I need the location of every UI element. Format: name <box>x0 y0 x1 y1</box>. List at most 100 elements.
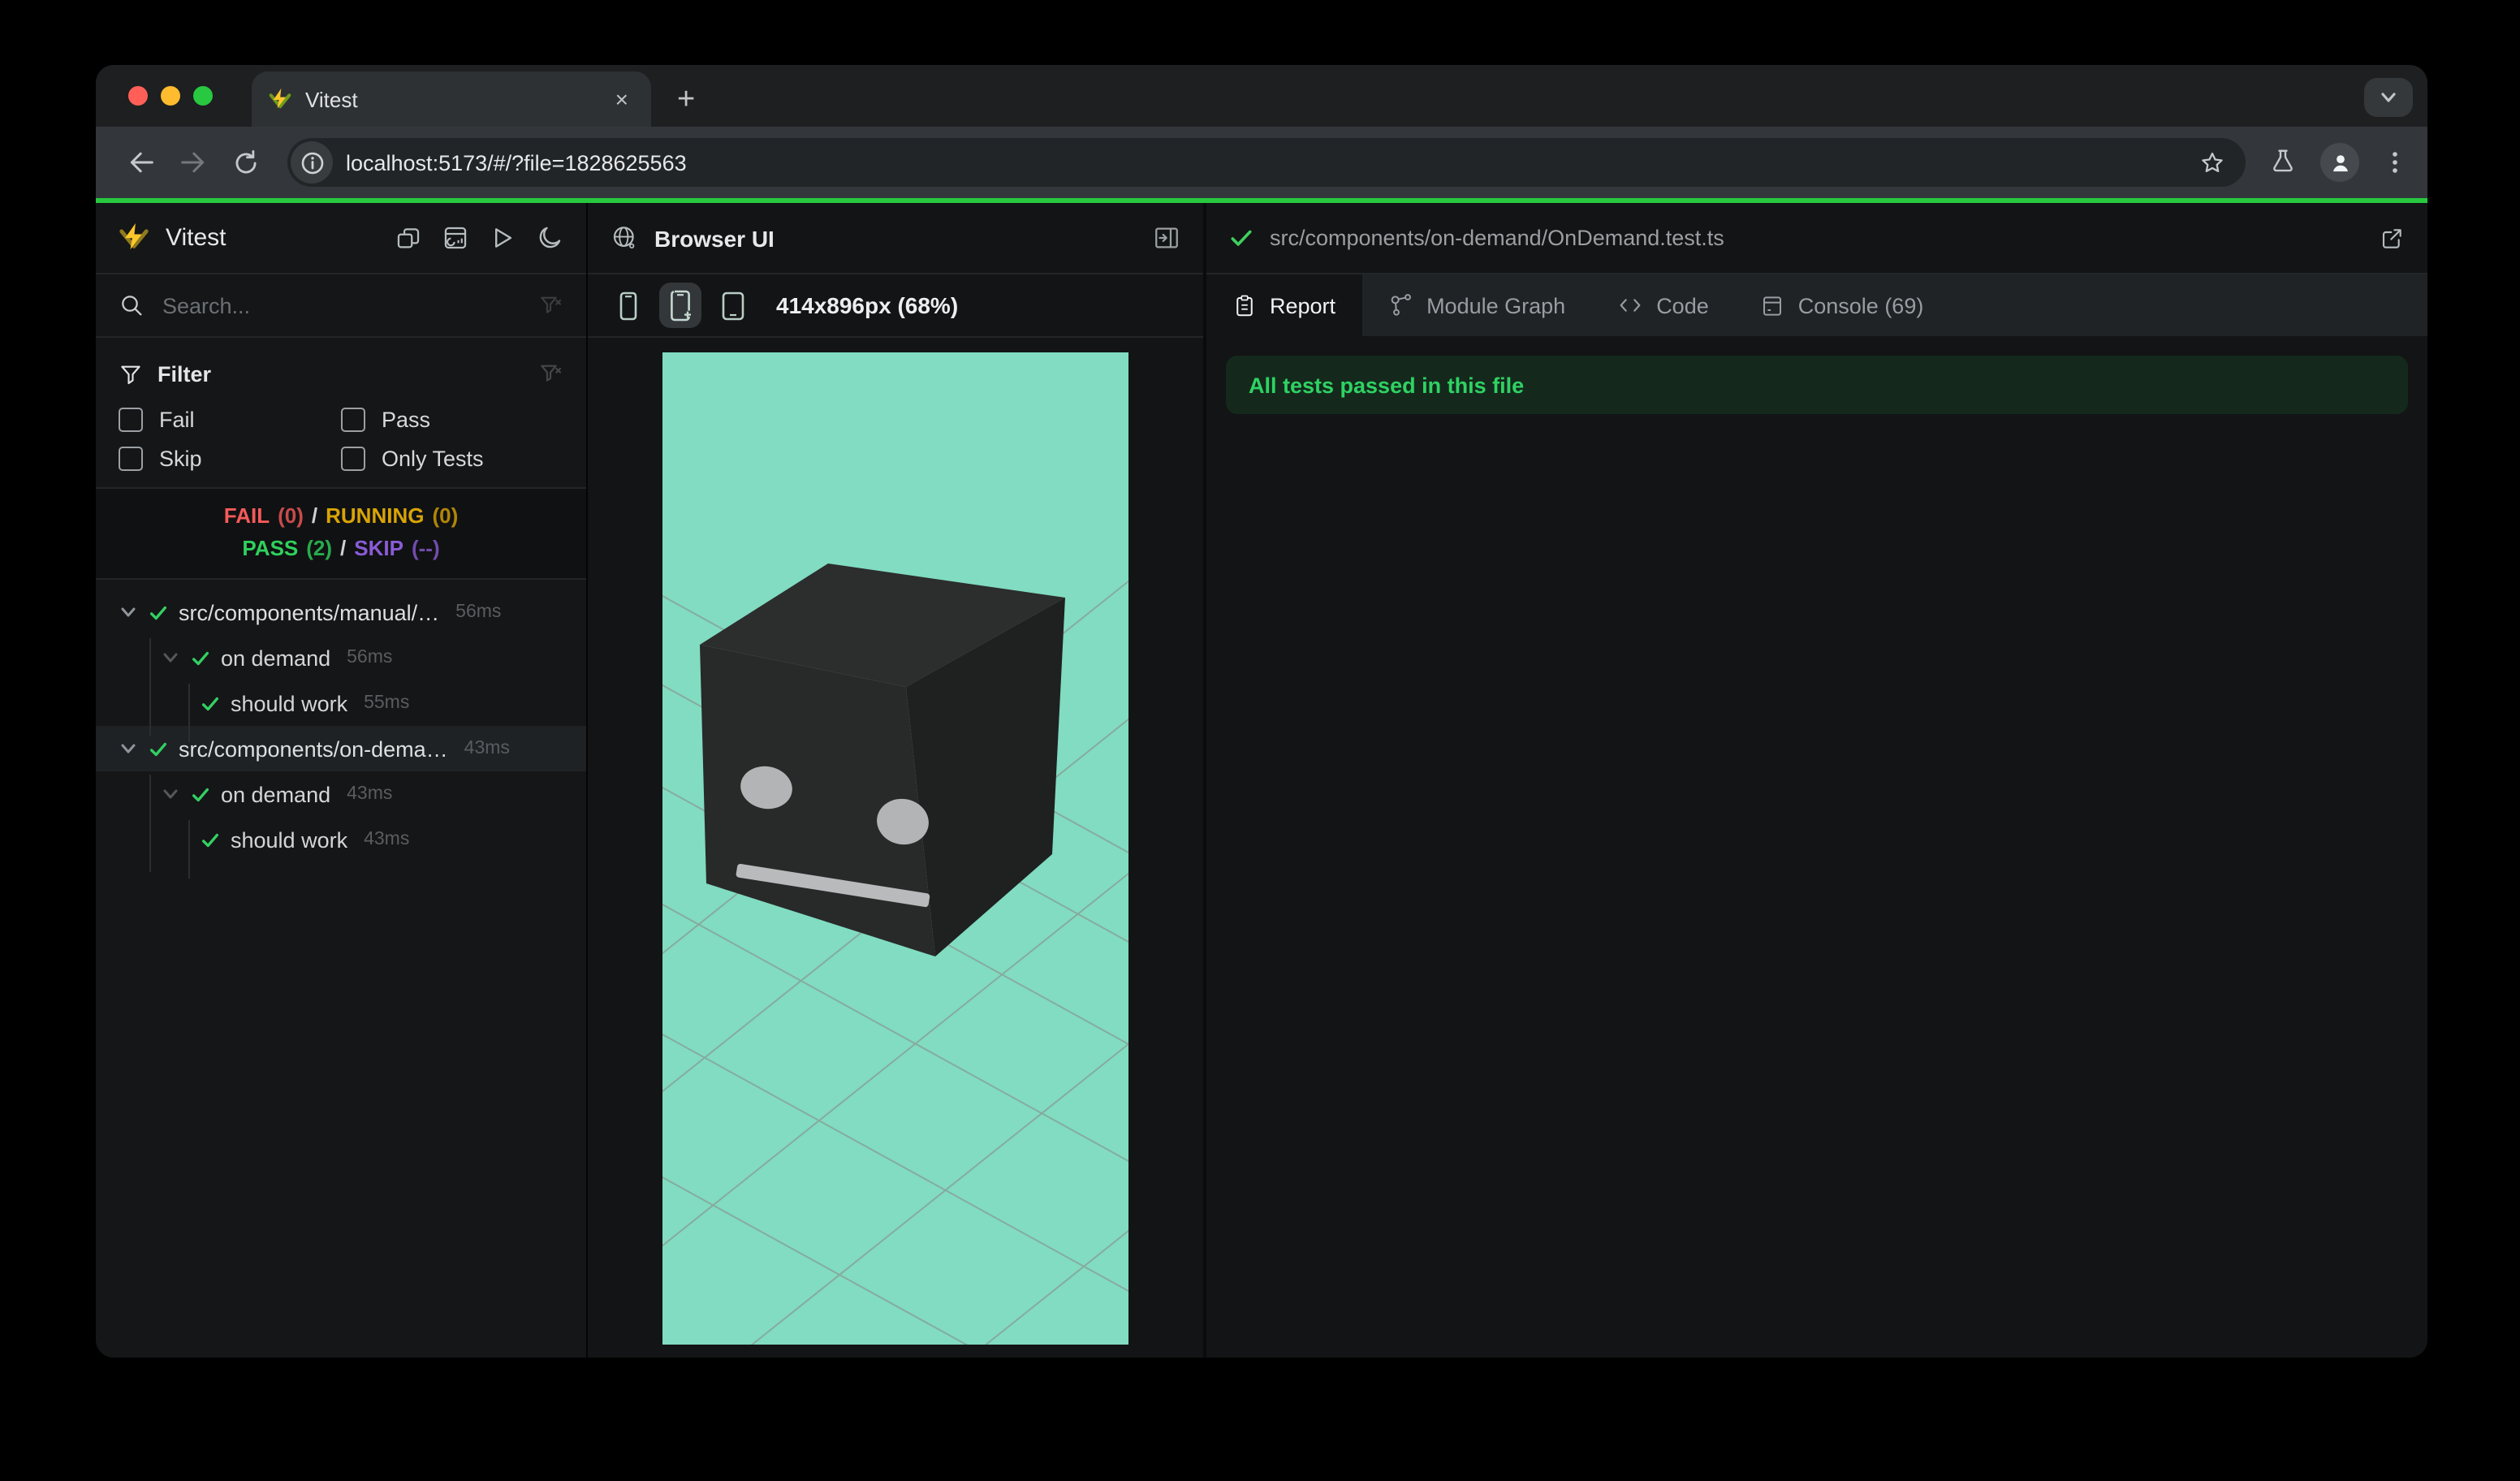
filter-option-only-tests[interactable]: Only Tests <box>341 447 563 471</box>
reload-button[interactable] <box>219 136 271 188</box>
minimize-window-button[interactable] <box>161 86 180 106</box>
checkbox-only-tests[interactable] <box>341 447 365 471</box>
tab-module-graph[interactable]: Module Graph <box>1361 274 1591 336</box>
status-line-2: PASS (2) / SKIP (--) <box>242 536 440 560</box>
url-text[interactable]: localhost:5173/#/?file=1828625563 <box>346 150 2186 175</box>
tablet-icon <box>721 291 744 320</box>
phone-small-icon <box>619 291 637 320</box>
experiments-flask-icon[interactable] <box>2268 148 2298 177</box>
search-row <box>96 274 586 338</box>
phone-plus-icon <box>671 290 691 322</box>
report-content: All tests passed in this file <box>1206 336 2427 1358</box>
forward-button[interactable] <box>167 136 219 188</box>
chevron-down-icon[interactable] <box>119 739 138 758</box>
clipboard-icon <box>1236 294 1253 316</box>
browser-menu-kebab-icon[interactable] <box>2382 149 2408 175</box>
tested-app-viewport[interactable] <box>662 352 1128 1345</box>
filter-section: Filter Fail Pass Skip Only Tests <box>96 338 586 489</box>
sidebar: Vitest Search... Filter Fail Pass Skip O… <box>96 203 588 1358</box>
tab-report[interactable]: Report <box>1206 274 1362 336</box>
filter-option-pass[interactable]: Pass <box>341 408 563 432</box>
dock-panel-right-icon[interactable] <box>1153 224 1180 252</box>
tree-suite-row[interactable]: on demand 43ms <box>96 771 586 817</box>
device-phone-plus-button[interactable] <box>659 283 701 328</box>
pass-check-icon <box>192 650 209 665</box>
funnel-icon <box>121 365 140 384</box>
zoom-window-button[interactable] <box>193 86 213 106</box>
tab-title: Vitest <box>305 87 358 111</box>
profile-avatar[interactable] <box>2320 143 2359 182</box>
tree-suite-row[interactable]: on demand 56ms <box>96 635 586 680</box>
checkbox-pass[interactable] <box>341 408 365 432</box>
filter-option-fail[interactable]: Fail <box>119 408 341 432</box>
toolbar-right <box>2268 143 2408 182</box>
tab-search-button[interactable] <box>2364 78 2413 117</box>
report-panel: src/components/on-demand/OnDemand.test.t… <box>1206 203 2427 1358</box>
test-status-summary: FAIL (0) / RUNNING (0) PASS (2) / SKIP (… <box>96 489 586 580</box>
browser-toolbar: localhost:5173/#/?file=1828625563 <box>96 127 2427 198</box>
tab-code[interactable]: Code <box>1591 274 1735 336</box>
pass-check-icon <box>201 696 219 710</box>
tree-test-row[interactable]: should work 43ms <box>96 817 586 862</box>
forward-arrow-icon <box>181 152 205 173</box>
sidebar-actions <box>395 224 563 252</box>
device-phone-small-button[interactable] <box>607 283 649 328</box>
tree-file-row[interactable]: src/components/manual/… 56ms <box>96 589 586 635</box>
filter-options: Fail Pass Skip Only Tests <box>119 408 563 471</box>
chevron-down-icon[interactable] <box>161 784 180 804</box>
report-header: src/components/on-demand/OnDemand.test.t… <box>1206 203 2427 274</box>
back-button[interactable] <box>115 136 167 188</box>
device-toolbar: 414x896px (68%) <box>588 274 1203 338</box>
reload-icon <box>235 149 256 173</box>
site-info-button[interactable] <box>291 141 333 184</box>
pass-check-icon <box>149 605 167 620</box>
url-bar[interactable]: localhost:5173/#/?file=1828625563 <box>287 138 2246 187</box>
clear-filter-icon[interactable] <box>537 292 563 318</box>
sidebar-header: Vitest <box>96 203 586 274</box>
browser-window: Vitest × + localhost:5173/#/?file=182862… <box>96 65 2427 1358</box>
tree-guide-line <box>149 775 151 872</box>
device-tablet-button[interactable] <box>711 283 753 328</box>
theme-moon-icon[interactable] <box>536 224 563 252</box>
all-tests-passed-banner: All tests passed in this file <box>1226 356 2408 414</box>
tree-guide-line <box>188 684 190 742</box>
tree-guide-line <box>149 638 151 736</box>
test-file-path: src/components/on-demand/OnDemand.test.t… <box>1270 226 1724 250</box>
console-icon <box>1763 296 1782 315</box>
browser-ui-title: Browser UI <box>654 225 775 251</box>
chevron-down-icon[interactable] <box>119 602 138 622</box>
bookmark-star-icon[interactable] <box>2199 149 2226 176</box>
open-external-icon[interactable] <box>2379 225 2405 251</box>
globe-icon <box>613 227 635 249</box>
tab-console[interactable]: Console (69) <box>1735 274 1950 336</box>
vitest-favicon-icon <box>269 87 291 108</box>
clear-filter-icon[interactable] <box>537 361 563 386</box>
module-graph-icon <box>1390 294 1410 316</box>
tree-file-row-selected[interactable]: src/components/on-dema… 43ms <box>96 726 586 771</box>
close-window-button[interactable] <box>128 86 148 106</box>
collapse-windows-icon[interactable] <box>395 224 422 252</box>
dashboard-icon[interactable] <box>442 224 469 252</box>
checkbox-fail[interactable] <box>119 408 143 432</box>
viewport-size-label[interactable]: 414x896px (68%) <box>776 292 958 318</box>
chevron-down-icon[interactable] <box>161 648 180 667</box>
screen: Vitest × + localhost:5173/#/?file=182862… <box>0 0 2520 1481</box>
search-icon <box>122 296 142 316</box>
tree-test-row[interactable]: should work 55ms <box>96 680 586 726</box>
report-tabs: Report Module Graph Code Console (69) <box>1206 274 2427 336</box>
filter-option-skip[interactable]: Skip <box>119 447 341 471</box>
tab-close-icon[interactable]: × <box>609 84 635 114</box>
person-icon <box>2332 154 2347 171</box>
test-tree: src/components/manual/… 56ms on demand 5… <box>96 580 586 1358</box>
browser-tab-vitest[interactable]: Vitest × <box>252 71 651 127</box>
filter-title: Filter <box>158 361 212 386</box>
new-tab-button[interactable]: + <box>667 84 705 115</box>
run-all-play-icon[interactable] <box>489 224 516 252</box>
back-arrow-icon <box>130 152 153 173</box>
search-input[interactable] <box>159 291 523 319</box>
vitest-logo-icon <box>119 222 149 250</box>
browser-ui-header: Browser UI <box>588 203 1203 274</box>
checkbox-skip[interactable] <box>119 447 143 471</box>
pass-check-icon <box>192 787 209 801</box>
traffic-lights <box>128 86 213 106</box>
